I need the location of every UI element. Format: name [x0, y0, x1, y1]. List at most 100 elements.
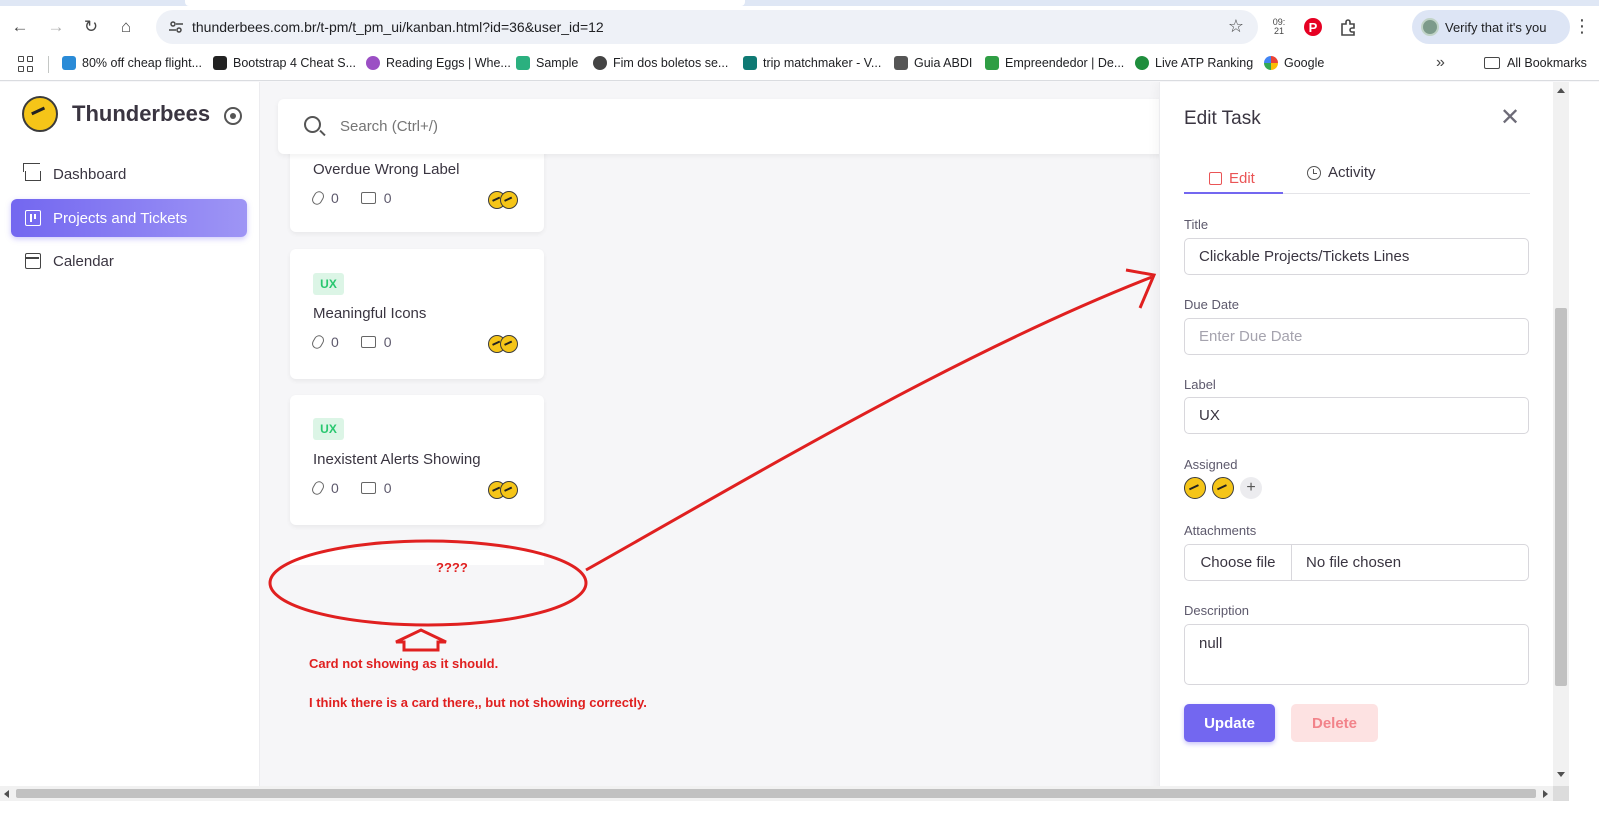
scroll-up-icon[interactable] [1557, 88, 1565, 93]
avatar [500, 335, 518, 353]
bookmark-favicon-icon [743, 56, 757, 70]
brand-name: Thunderbees [72, 101, 211, 126]
sidebar-toggle-icon[interactable] [224, 107, 242, 125]
label-field[interactable] [1184, 397, 1529, 434]
avatar[interactable] [1212, 477, 1234, 499]
bookmark-label: Fim dos boletos se... [613, 56, 729, 70]
home-icon[interactable]: ⌂ [114, 15, 138, 39]
search-bar [278, 99, 1178, 154]
site-info-icon[interactable] [168, 19, 184, 35]
url-text[interactable]: thunderbees.com.br/t-pm/t_pm_ui/kanban.h… [192, 19, 604, 35]
bookmark-favicon-icon [985, 56, 999, 70]
vertical-scrollbar[interactable] [1553, 82, 1569, 802]
bookmark-label: Reading Eggs | Whe... [386, 56, 511, 70]
scroll-down-icon[interactable] [1557, 772, 1565, 777]
annotation-arrow-line [585, 275, 1153, 572]
sidebar-item-dashboard[interactable]: Dashboard [11, 155, 247, 193]
verify-identity-button[interactable]: Verify that it's you [1412, 10, 1570, 44]
comment-icon [360, 192, 376, 204]
scrollbar-thumb[interactable] [16, 789, 1536, 798]
card-title: Inexistent Alerts Showing [313, 451, 481, 468]
annotation-arrowhead [1125, 268, 1157, 309]
bookmark-item[interactable]: Bootstrap 4 Cheat S... [213, 56, 356, 70]
tab-label: Activity [1328, 164, 1376, 181]
bookmark-favicon-icon [213, 56, 227, 70]
attachments-field[interactable]: Choose file No file chosen [1184, 544, 1529, 581]
bookmark-item[interactable]: Google [1264, 56, 1324, 70]
forward-icon[interactable]: → [44, 15, 68, 39]
annotation-text: Card not showing as it should. [309, 656, 499, 671]
tab-edit[interactable]: Edit [1184, 164, 1283, 194]
bookmarks-divider [48, 56, 49, 73]
sidebar-item-projects-and-tickets[interactable]: Projects and Tickets [11, 199, 247, 237]
search-input[interactable] [340, 113, 740, 139]
bookmark-item[interactable]: Live ATP Ranking [1135, 56, 1253, 70]
scroll-left-icon[interactable] [4, 790, 9, 798]
file-name-text: No file chosen [1306, 554, 1402, 571]
pinterest-icon[interactable]: P [1302, 16, 1324, 38]
bookmark-item[interactable]: Reading Eggs | Whe... [366, 56, 511, 70]
profile-avatar-icon [1421, 18, 1439, 36]
label-badge: UX [313, 273, 344, 295]
due-date-field[interactable] [1184, 318, 1529, 355]
brand[interactable]: Thunderbees [22, 96, 210, 132]
bookmark-favicon-icon [894, 56, 908, 70]
annotation-question: ???? [436, 560, 468, 575]
delete-button[interactable]: Delete [1291, 704, 1378, 742]
add-assignee-icon[interactable]: + [1240, 477, 1262, 499]
clock-icon [1307, 165, 1321, 180]
extensions-icon[interactable] [1337, 16, 1359, 38]
attachment-count: 0 [331, 334, 339, 350]
bookmark-item[interactable]: trip matchmaker - V... [743, 56, 881, 70]
apps-grid-icon[interactable] [18, 56, 34, 72]
tab-label: Edit [1229, 169, 1255, 187]
bookmark-label: 80% off cheap flight... [82, 56, 202, 70]
bookmark-label: Sample [536, 56, 579, 70]
thunderbees-logo-icon [22, 96, 58, 132]
search-icon[interactable] [304, 116, 321, 133]
window-edge [1569, 82, 1599, 817]
card-meta: 0 0 [310, 479, 392, 497]
choose-file-button[interactable]: Choose file [1185, 545, 1292, 580]
scrollbar-thumb[interactable] [1555, 308, 1567, 686]
bookmark-star-icon[interactable]: ☆ [1228, 16, 1244, 37]
bookmark-label: Guia ABDI [914, 56, 973, 70]
card-title: Overdue Wrong Label [313, 161, 460, 178]
bookmark-item[interactable]: Empreendedor | De... [985, 56, 1124, 70]
all-bookmarks-button[interactable]: All Bookmarks [1484, 56, 1587, 70]
scrollbar-corner [1553, 786, 1569, 801]
scroll-right-icon[interactable] [1543, 790, 1548, 798]
update-button[interactable]: Update [1184, 704, 1275, 742]
assigned-avatars: + [1184, 477, 1262, 499]
description-field[interactable]: null [1184, 624, 1529, 685]
due-date-label: Due Date [1184, 297, 1239, 312]
card-assignees [488, 481, 518, 499]
assigned-label: Assigned [1184, 457, 1238, 472]
task-card[interactable]: UX Inexistent Alerts Showing 0 0 [290, 395, 544, 525]
clock-extension-icon[interactable]: 09: 21 [1268, 16, 1290, 38]
reload-icon[interactable]: ↻ [79, 15, 103, 39]
app-viewport: Thunderbees Dashboard Projects and Ticke… [0, 82, 1599, 802]
browser-toolbar: ← → ↻ ⌂ thunderbees.com.br/t-pm/t_pm_ui/… [0, 6, 1599, 48]
close-icon[interactable]: ✕ [1500, 106, 1520, 130]
task-card[interactable]: UX Meaningful Icons 0 0 [290, 249, 544, 379]
horizontal-scrollbar[interactable] [0, 786, 1553, 801]
bookmark-item[interactable]: Guia ABDI [894, 56, 972, 70]
browser-menu-icon[interactable]: ⋮ [1573, 16, 1591, 37]
more-bookmarks-icon[interactable]: » [1436, 54, 1445, 72]
avatar[interactable] [1184, 477, 1206, 499]
window-edge [0, 801, 1599, 817]
sidebar-item-calendar[interactable]: Calendar [11, 242, 247, 280]
bookmark-item[interactable]: 80% off cheap flight... [62, 56, 202, 70]
address-bar[interactable]: thunderbees.com.br/t-pm/t_pm_ui/kanban.h… [156, 10, 1258, 44]
title-field[interactable] [1184, 238, 1529, 275]
bookmark-item[interactable]: Sample [516, 56, 578, 70]
comment-count: 0 [383, 480, 392, 496]
paperclip-icon [310, 333, 326, 351]
tab-activity[interactable]: Activity [1307, 164, 1376, 181]
hidden-task-card[interactable] [290, 550, 544, 565]
back-icon[interactable]: ← [8, 15, 32, 39]
comment-count: 0 [383, 334, 392, 350]
bookmark-item[interactable]: Fim dos boletos se... [593, 56, 728, 70]
drawer-title: Edit Task [1184, 108, 1261, 129]
